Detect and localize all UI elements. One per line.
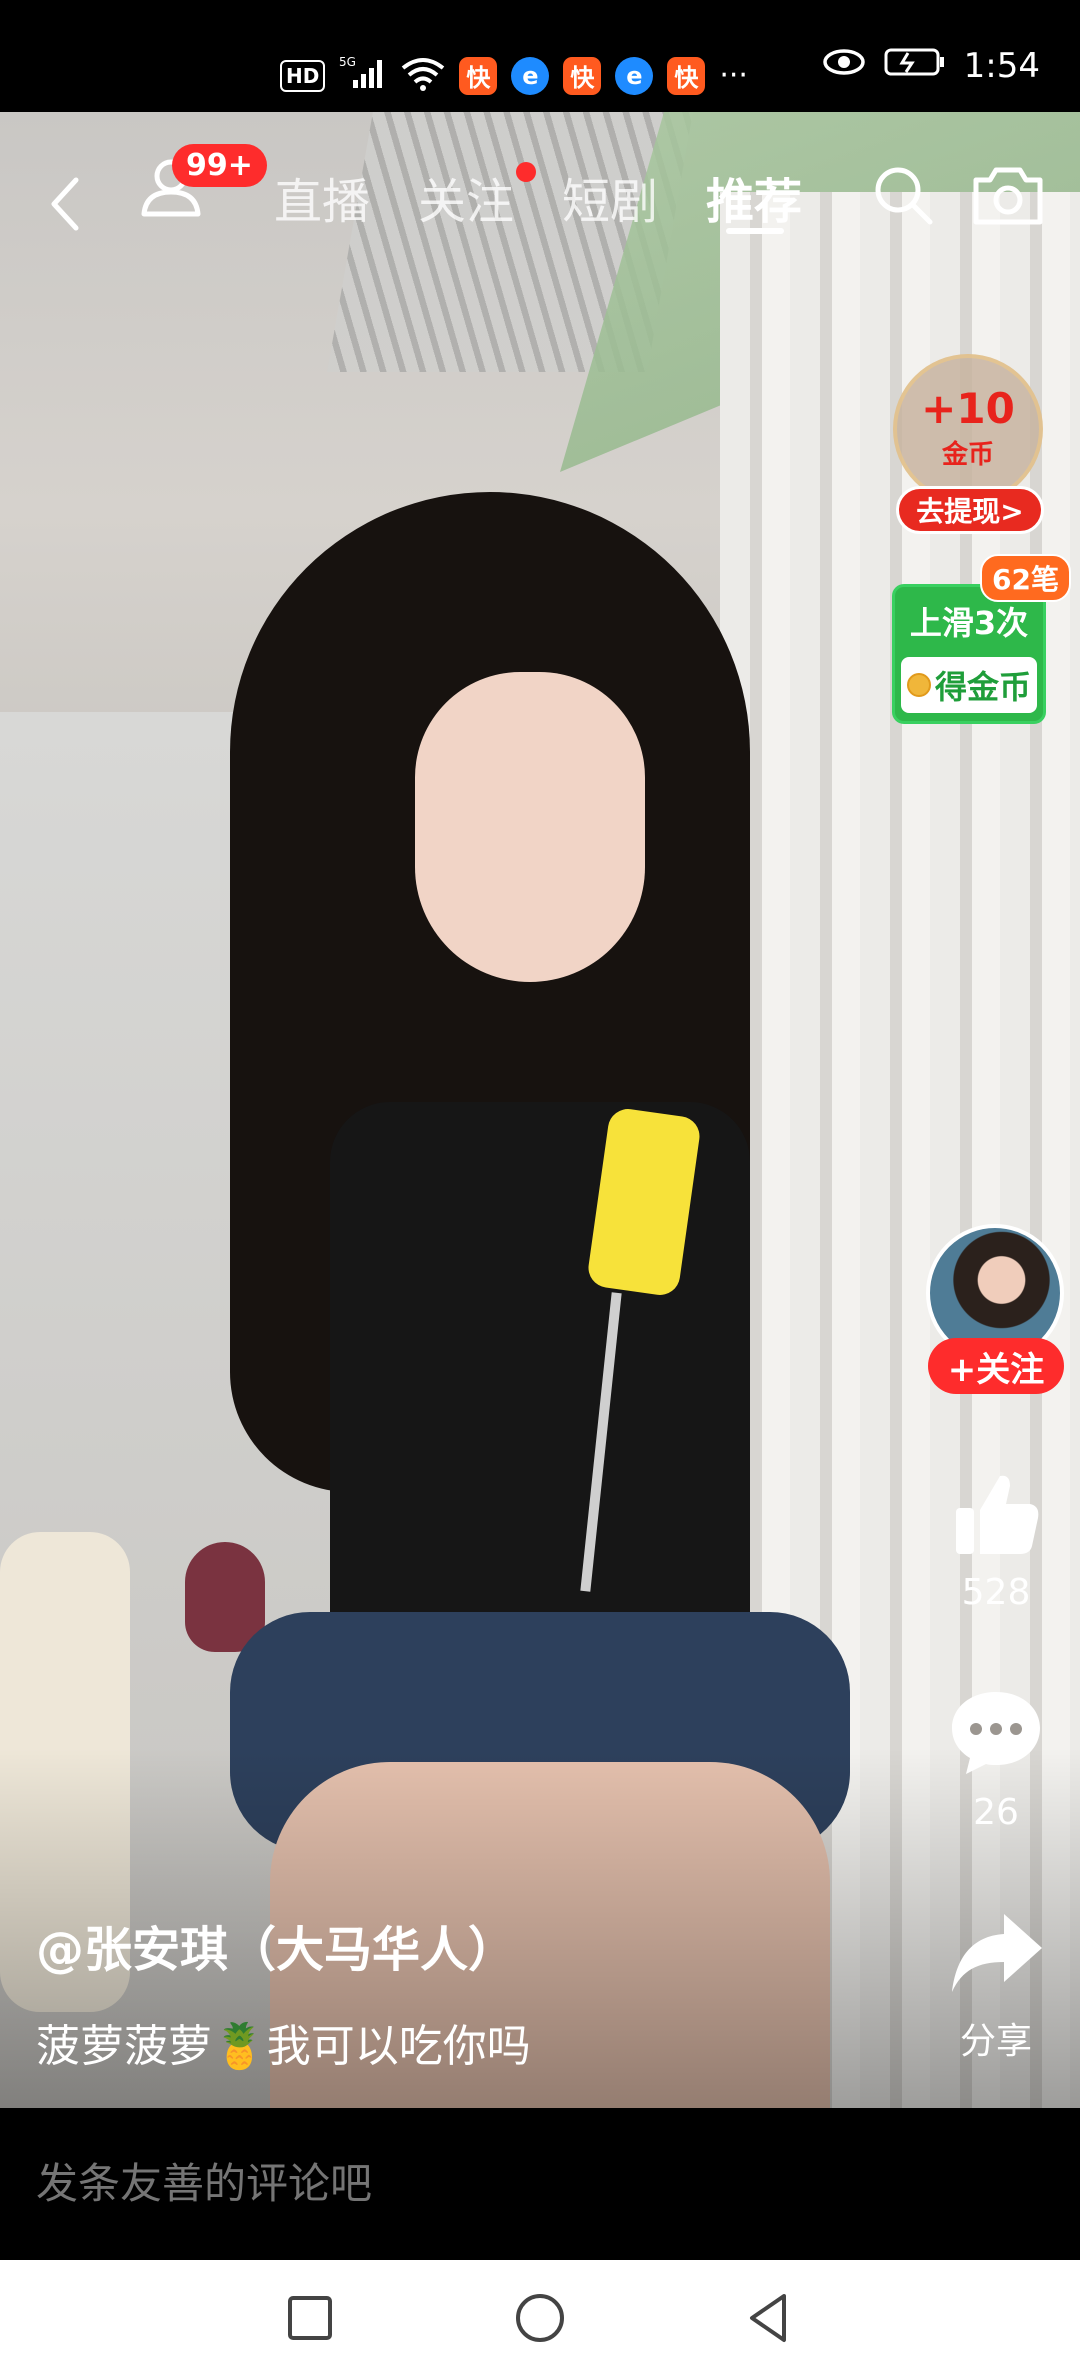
search-button[interactable] (868, 160, 938, 230)
back-button[interactable] (46, 164, 96, 244)
wifi-icon (401, 56, 445, 96)
camera-icon (973, 167, 1043, 225)
like-button[interactable]: 528 (940, 1466, 1052, 1613)
search-icon (875, 167, 933, 225)
eye-icon (822, 46, 866, 86)
like-count: 528 (961, 1572, 1031, 1613)
kuaishou-icon: 快 (563, 56, 602, 95)
active-tab-indicator (726, 228, 784, 234)
comment-bubble-icon (952, 1692, 1040, 1774)
withdraw-button[interactable]: 去提现> (896, 486, 1044, 534)
chevron-left-icon (51, 177, 79, 231)
kuaishou-icon: 快 (459, 56, 498, 95)
notification-badge: 99+ (172, 144, 267, 187)
tab-live[interactable]: 直播 (274, 162, 370, 232)
following-red-dot (516, 162, 536, 182)
follow-button[interactable]: +关注 (928, 1338, 1064, 1394)
status-left-icons: HD 5G 快 e 快 e 快 ··· (280, 54, 748, 97)
status-right-icons: 1:54 (822, 46, 1040, 86)
comment-bar (0, 2108, 1080, 2260)
recents-button[interactable] (280, 2288, 340, 2348)
coin-reward-widget[interactable]: +10 金币 (893, 354, 1043, 504)
share-button[interactable]: 分享 (940, 1906, 1052, 2064)
post-caption: 菠萝菠萝🍍我可以吃你吗 (36, 2021, 531, 2072)
share-arrow-icon (952, 1914, 1042, 1992)
tab-recommend[interactable]: 推荐 (706, 162, 802, 232)
kuaishou-icon: 快 (667, 56, 706, 95)
status-bar: HD 5G 快 e 快 e 快 ··· 1:54 (0, 0, 1080, 112)
network-type: 5G (339, 55, 356, 69)
square-icon (288, 2296, 332, 2340)
triangle-back-icon (750, 2294, 786, 2342)
clock: 1:54 (963, 46, 1040, 86)
task-reward-label: 得金币 (934, 668, 1031, 706)
system-navigation-bar (0, 2260, 1080, 2376)
hd-icon: HD (280, 59, 326, 92)
coin-icon (906, 673, 931, 697)
tab-short-drama[interactable]: 短剧 (562, 162, 658, 232)
comment-button[interactable]: 26 (940, 1686, 1052, 1833)
thumbs-up-icon (956, 1475, 1039, 1554)
video-person-face (415, 672, 645, 982)
camera-button[interactable] (970, 158, 1046, 230)
more-notifications-icon: ··· (719, 58, 748, 93)
share-label: 分享 (959, 2021, 1032, 2062)
signal-icon: 5G (339, 54, 387, 97)
comment-count: 26 (973, 1792, 1019, 1833)
home-button[interactable] (510, 2288, 570, 2348)
swipe-task-card[interactable]: 上滑3次 得金币 (892, 584, 1046, 724)
browser-icon: e (615, 56, 654, 95)
battery-icon (884, 46, 946, 86)
coin-amount: +10 (921, 383, 1015, 433)
task-count-badge: 62笔 (980, 554, 1071, 602)
task-reward: 得金币 (901, 657, 1037, 713)
coin-unit: 金币 (941, 439, 994, 470)
top-navigation: 99+ 直播 关注 短剧 推荐 (0, 112, 1080, 272)
nav-back-button[interactable] (740, 2288, 800, 2348)
tab-following[interactable]: 关注 (418, 162, 514, 232)
browser-icon: e (511, 56, 550, 95)
author-name[interactable]: @张安琪（大马华人） (36, 1910, 516, 1980)
comment-input[interactable] (36, 2160, 936, 2208)
circle-icon (516, 2294, 564, 2342)
